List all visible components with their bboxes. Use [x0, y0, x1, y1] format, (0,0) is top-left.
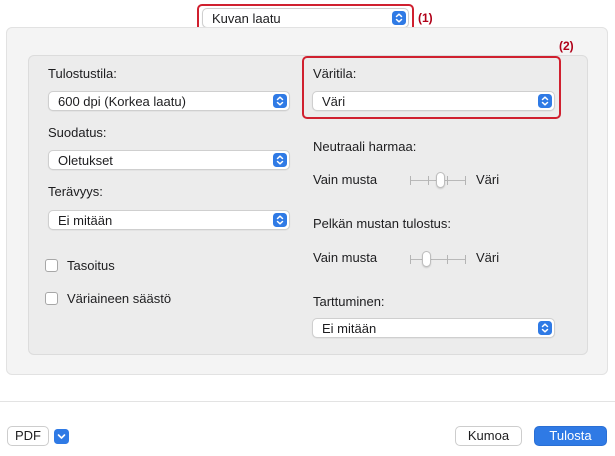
print-mode-label: Tulostustila: — [48, 66, 117, 81]
pdf-button[interactable]: PDF — [7, 426, 49, 446]
slider-tick — [410, 255, 411, 264]
neutral-gray-slider-knob[interactable] — [436, 172, 445, 188]
pure-black-left-label: Vain musta — [313, 250, 378, 265]
print-button[interactable]: Tulosta — [534, 426, 607, 446]
neutral-gray-label: Neutraali harmaa: — [313, 139, 417, 154]
chevron-updown-icon — [538, 94, 552, 108]
slider-tick — [410, 176, 411, 185]
color-mode-label: Väritila: — [313, 66, 357, 81]
sharpness-label: Terävyys: — [48, 184, 103, 199]
quality-panel-select[interactable]: Kuvan laatu — [202, 8, 409, 28]
footer-divider — [0, 401, 615, 402]
pure-black-label: Pelkän mustan tulostus: — [313, 216, 452, 231]
color-mode-value: Väri — [322, 94, 346, 109]
neutral-gray-left-label: Vain musta — [313, 172, 378, 187]
smoothing-checkbox[interactable] — [45, 259, 58, 272]
trapping-select[interactable]: Ei mitään — [312, 318, 555, 338]
slider-tick — [428, 176, 429, 185]
toner-save-checkbox[interactable] — [45, 292, 58, 305]
slider-tick — [447, 176, 448, 185]
sharpness-select[interactable]: Ei mitään — [48, 210, 290, 230]
filter-select[interactable]: Oletukset — [48, 150, 290, 170]
callout-1: (1) — [418, 11, 433, 25]
chevron-updown-icon — [392, 11, 406, 25]
pure-black-slider[interactable] — [410, 251, 466, 267]
color-mode-select[interactable]: Väri — [312, 91, 555, 111]
slider-tick — [447, 255, 448, 264]
print-mode-value: 600 dpi (Korkea laatu) — [58, 94, 186, 109]
print-mode-select[interactable]: 600 dpi (Korkea laatu) — [48, 91, 290, 111]
cancel-button[interactable]: Kumoa — [455, 426, 522, 446]
chevron-updown-icon — [273, 213, 287, 227]
neutral-gray-slider[interactable] — [410, 172, 466, 188]
chevron-updown-icon — [273, 153, 287, 167]
pure-black-slider-knob[interactable] — [422, 251, 431, 267]
trapping-value: Ei mitään — [322, 321, 377, 336]
sharpness-value: Ei mitään — [58, 213, 113, 228]
toner-save-label: Väriaineen säästö — [67, 291, 172, 306]
filter-label: Suodatus: — [48, 125, 107, 140]
pure-black-right-label: Väri — [476, 250, 500, 265]
pdf-menu-button[interactable]: PDF — [7, 426, 69, 446]
pure-black-slider-track — [410, 259, 466, 260]
smoothing-label: Tasoitus — [67, 258, 115, 273]
filter-value: Oletukset — [58, 153, 113, 168]
chevron-down-icon[interactable] — [54, 429, 69, 444]
chevron-updown-icon — [538, 321, 552, 335]
chevron-updown-icon — [273, 94, 287, 108]
slider-tick — [465, 176, 466, 185]
slider-tick — [465, 255, 466, 264]
neutral-gray-right-label: Väri — [476, 172, 500, 187]
callout-2: (2) — [559, 39, 574, 53]
trapping-label: Tarttuminen: — [313, 294, 385, 309]
quality-panel-select-value: Kuvan laatu — [212, 11, 281, 26]
